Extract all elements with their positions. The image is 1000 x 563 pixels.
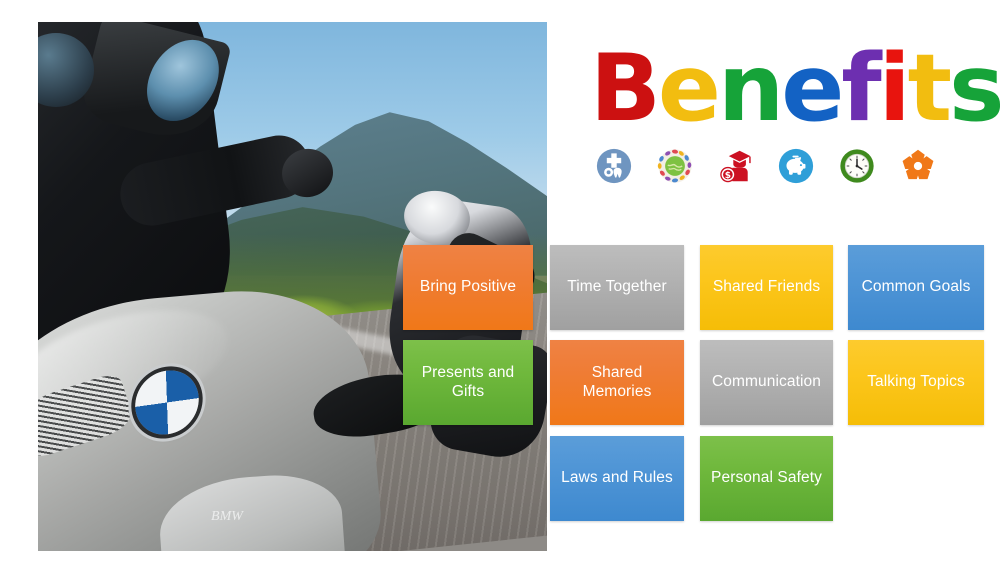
medical-dental-icon <box>596 148 632 184</box>
tile-label: Bring Positive <box>419 278 517 296</box>
piggy-bank-icon <box>778 148 814 184</box>
pills-wellness-icon <box>657 148 693 184</box>
tile-label: Shared Friends <box>712 278 821 296</box>
tile-label: Presents and Gifts <box>421 363 515 400</box>
recycle-flower-icon <box>900 148 936 184</box>
tile-label: Laws and Rules <box>561 469 673 487</box>
tile-label: Time Together <box>567 278 667 296</box>
tile-laws-and-rules[interactable]: Laws and Rules <box>550 436 684 521</box>
tile-label: Personal Safety <box>711 469 822 487</box>
tile-common-goals[interactable]: Common Goals <box>848 245 984 330</box>
tile-personal-safety[interactable]: Personal Safety <box>700 436 833 521</box>
tile-label: Common Goals <box>861 278 971 296</box>
tile-label: Shared Memories <box>582 363 652 400</box>
tile-time-together[interactable]: Time Together <box>550 245 684 330</box>
title-letter-2: e <box>657 34 721 142</box>
title-letter-4: e <box>781 34 844 142</box>
tile-shared-friends[interactable]: Shared Friends <box>700 245 833 330</box>
title-letter-5: f <box>841 34 882 142</box>
clock-time-icon <box>839 148 875 184</box>
tile-presents-and-gifts[interactable]: Presents and Gifts <box>403 340 533 425</box>
title-letter-1: B <box>590 34 661 142</box>
title-letter-6: i <box>878 34 911 142</box>
photo-tank-script: BMW <box>211 508 243 524</box>
title-letter-7: t <box>907 34 953 142</box>
benefit-icon-row: $ <box>596 144 936 188</box>
title-letter-3: n <box>717 34 784 142</box>
tile-bring-positive[interactable]: Bring Positive <box>403 245 533 330</box>
tile-label: Communication <box>712 373 821 391</box>
tile-shared-memories[interactable]: Shared Memories <box>550 340 684 425</box>
page-title: Benefits <box>590 34 1000 142</box>
svg-text:$: $ <box>724 171 730 181</box>
tile-talking-topics[interactable]: Talking Topics <box>848 340 984 425</box>
tile-communication[interactable]: Communication <box>700 340 833 425</box>
education-money-icon: $ <box>718 148 754 184</box>
title-letter-8: s <box>949 34 1000 142</box>
tile-label: Talking Topics <box>867 373 965 391</box>
